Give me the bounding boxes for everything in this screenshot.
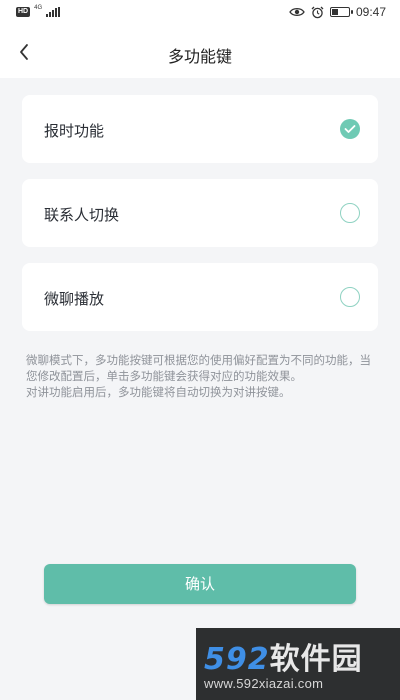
hd-icon: HD xyxy=(16,7,31,17)
checkmark-icon xyxy=(344,125,356,133)
option-voice-chat-play[interactable]: 微聊播放 xyxy=(22,263,378,331)
hint-line-1: 微聊模式下，多功能按键可根据您的使用偏好配置为不同的功能，当您修改配置后，单击多… xyxy=(26,353,371,383)
option-time-report[interactable]: 报时功能 xyxy=(22,95,378,163)
watermark-title: 软件园 xyxy=(269,642,363,677)
option-contact-switch[interactable]: 联系人切换 xyxy=(22,179,378,247)
unchecked-radio-icon[interactable] xyxy=(340,203,360,223)
watermark-logo: 592软件园 www.592xiazai.com xyxy=(196,628,400,700)
watermark-url: www.592xiazai.com xyxy=(204,676,324,691)
eye-icon xyxy=(289,7,305,17)
page-title: 多功能键 xyxy=(167,47,232,66)
watermark-number: 592 xyxy=(204,642,270,677)
alarm-icon xyxy=(311,6,324,18)
unchecked-radio-icon[interactable] xyxy=(340,287,360,307)
option-label: 联系人切换 xyxy=(44,206,120,224)
status-bar: HD 4G 09:47 xyxy=(0,0,400,26)
battery-icon xyxy=(329,7,353,17)
confirm-button[interactable]: 确认 xyxy=(44,564,356,604)
status-left: HD 4G xyxy=(16,5,61,17)
nav-bar: 多功能键 xyxy=(0,26,400,78)
status-time: 09:47 xyxy=(355,5,386,19)
hint-text: 微聊模式下，多功能按键可根据您的使用偏好配置为不同的功能，当您修改配置后，单击多… xyxy=(26,352,376,400)
hint-line-2: 对讲功能启用后，多功能键将自动切换为对讲按键。 xyxy=(26,385,291,399)
status-right: 09:47 xyxy=(289,5,386,19)
signal-icon xyxy=(46,7,61,17)
checked-radio-icon[interactable] xyxy=(340,119,360,139)
option-label: 微聊播放 xyxy=(44,290,105,308)
network-type: 4G xyxy=(34,5,43,11)
option-label: 报时功能 xyxy=(44,122,105,140)
